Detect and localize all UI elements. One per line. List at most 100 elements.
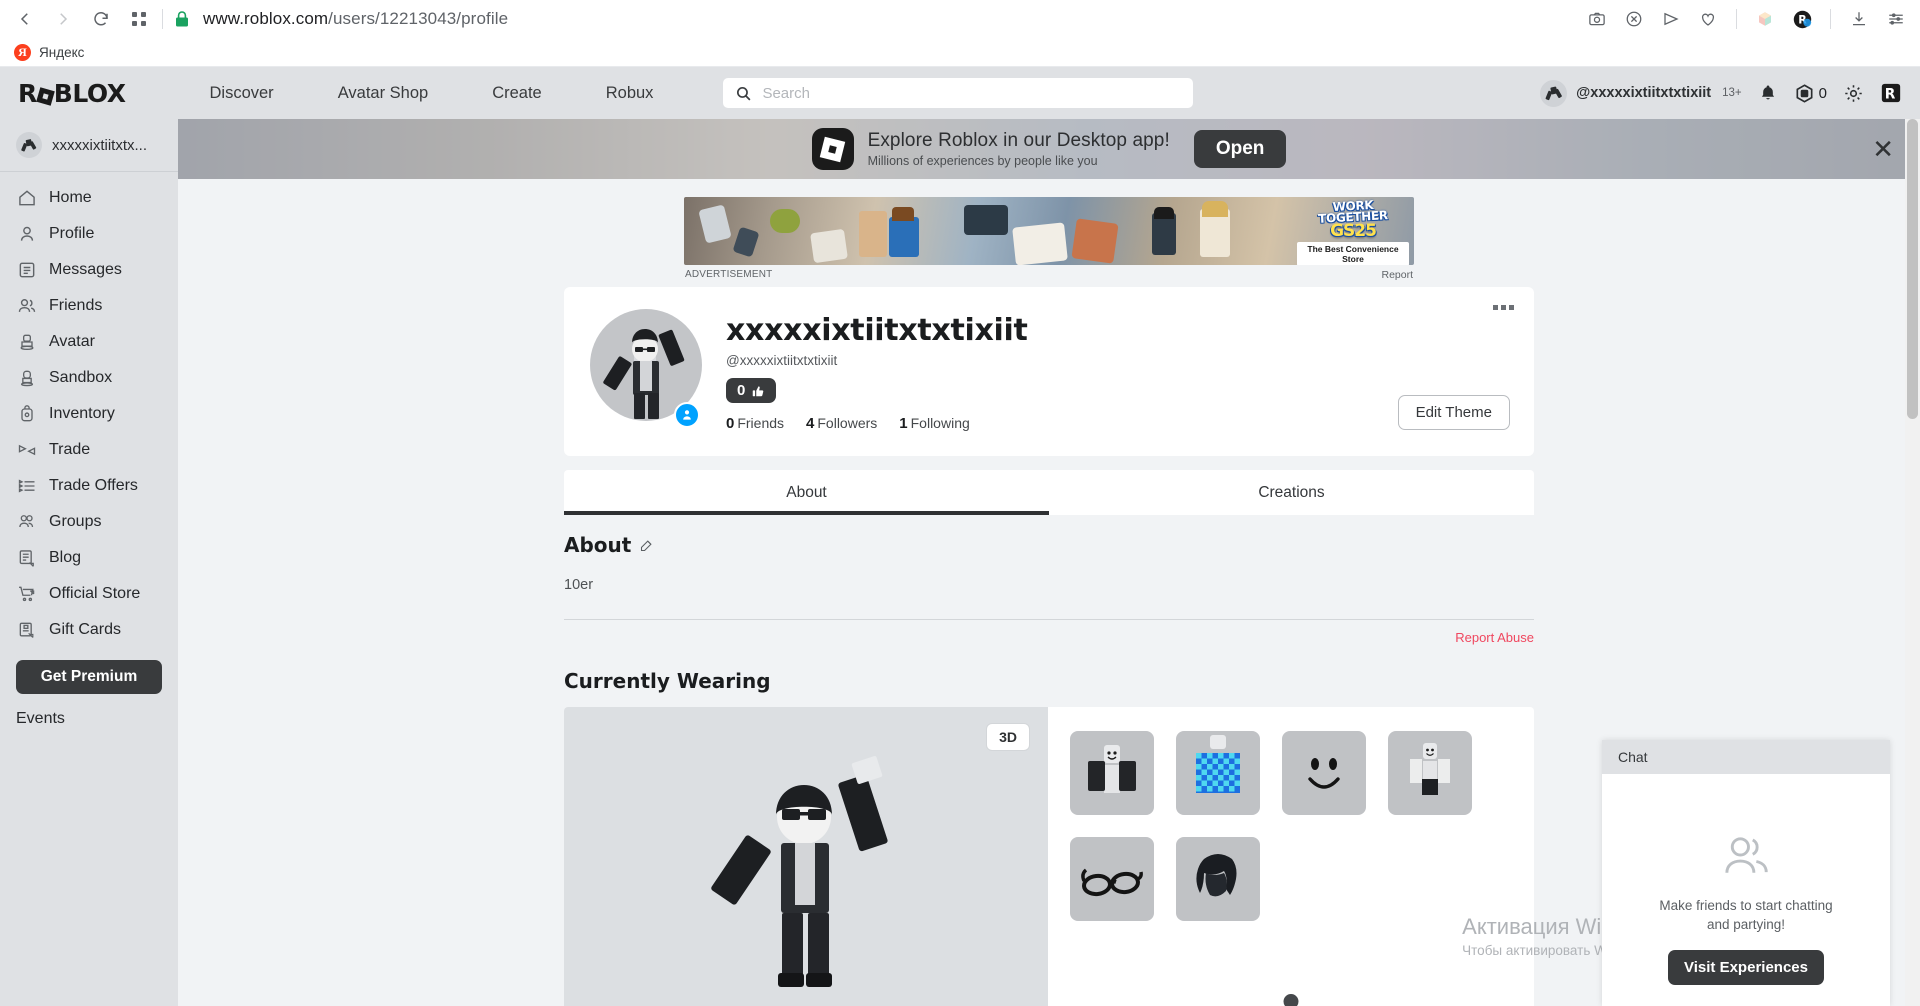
sidebar-item-official-store[interactable]: Official Store <box>0 576 178 612</box>
open-app-button[interactable]: Open <box>1193 130 1287 168</box>
main-content: Explore Roblox in our Desktop app! Milli… <box>178 119 1920 1006</box>
likes-badge[interactable]: 0 <box>726 378 777 403</box>
main-nav: Discover Avatar Shop Create Robux <box>178 84 686 103</box>
sidebar-item-inventory[interactable]: Inventory <box>0 396 178 432</box>
sidebar-item-profile[interactable]: Profile <box>0 216 178 252</box>
edit-pencil-icon[interactable] <box>639 538 654 553</box>
page-body: xxxxxixtiitxtx... Home Profile Messages … <box>0 119 1920 1006</box>
sidebar-item-label: Sandbox <box>49 369 113 386</box>
more-dots-icon[interactable] <box>1493 305 1514 310</box>
wearing-item[interactable] <box>1070 731 1154 815</box>
trade-icon <box>16 439 38 461</box>
stat-following[interactable]: 1 Following <box>899 415 969 432</box>
camera-icon[interactable] <box>1587 9 1607 29</box>
nav-item-avatar-shop[interactable]: Avatar Shop <box>306 84 461 103</box>
reload-icon[interactable] <box>90 8 112 30</box>
about-section: About 10er Report Abuse <box>564 533 1534 645</box>
scrollbar-thumb[interactable] <box>1907 119 1918 419</box>
sidebar-item-home[interactable]: Home <box>0 180 178 216</box>
sidebar-item-avatar[interactable]: Avatar <box>0 324 178 360</box>
bell-icon[interactable] <box>1758 83 1778 103</box>
close-icon[interactable]: ✕ <box>1872 136 1894 162</box>
logo-square <box>35 86 55 106</box>
sidebar-item-gift-cards[interactable]: Gift Cards <box>0 612 178 648</box>
profile-handle: @xxxxxixtiitxtxtixiit <box>726 353 838 368</box>
visit-experiences-button[interactable]: Visit Experiences <box>1668 950 1824 985</box>
friends-count: 0 <box>726 415 735 432</box>
sidebar-item-label: Avatar <box>49 333 95 350</box>
nav-item-robux[interactable]: Robux <box>574 84 686 103</box>
sidebar-item-trade-offers[interactable]: Trade Offers <box>0 468 178 504</box>
stat-followers[interactable]: 4 Followers <box>806 415 877 432</box>
view-3d-button[interactable]: 3D <box>986 723 1030 751</box>
advertisement-banner[interactable]: WORK TOGETHER GS25 The Best Convenience … <box>684 197 1414 265</box>
cart-icon <box>16 583 38 605</box>
tab-about[interactable]: About <box>564 470 1049 515</box>
sidebar-item-groups[interactable]: Groups <box>0 504 178 540</box>
nav-item-discover[interactable]: Discover <box>178 84 306 103</box>
forward-arrow-icon[interactable] <box>52 8 74 30</box>
scroll-area: WORK TOGETHER GS25 The Best Convenience … <box>178 179 1920 1006</box>
cube-icon[interactable] <box>1755 9 1775 29</box>
header-user-menu[interactable]: @xxxxxixtiitxtxtixiit 13+ <box>1540 79 1742 107</box>
robux-balance[interactable]: 0 <box>1794 83 1827 104</box>
sidebar-item-blog[interactable]: Blog <box>0 540 178 576</box>
nav-item-create[interactable]: Create <box>460 84 574 103</box>
back-arrow-icon[interactable] <box>14 8 36 30</box>
following-count: 1 <box>899 415 908 432</box>
tab-creations[interactable]: Creations <box>1049 470 1534 515</box>
wearing-item[interactable] <box>1070 837 1154 921</box>
download-icon[interactable] <box>1849 9 1869 29</box>
edit-theme-button[interactable]: Edit Theme <box>1397 395 1510 430</box>
search-input[interactable] <box>762 84 1182 102</box>
sidebar-item-messages[interactable]: Messages <box>0 252 178 288</box>
followers-label: Followers <box>817 415 878 431</box>
heart-icon[interactable] <box>1698 9 1718 29</box>
page-indicator[interactable] <box>1283 994 1299 1006</box>
vertical-scrollbar[interactable] <box>1905 119 1920 1006</box>
wearing-item[interactable] <box>1388 731 1472 815</box>
roblox-app-icon[interactable]: R <box>1880 82 1902 104</box>
ad-badge-tagline: The Best Convenience Store <box>1297 242 1409 265</box>
search-box[interactable] <box>723 78 1194 108</box>
sidebar-item-trade[interactable]: Trade <box>0 432 178 468</box>
chat-empty-state: Make friends to start chatting and party… <box>1602 774 1890 1006</box>
sidebar-item-label: Groups <box>49 513 102 530</box>
bookmark-item-yandex[interactable]: Яндекс <box>39 45 84 60</box>
about-heading: About <box>564 533 632 557</box>
sidebar-item-label: Trade <box>49 441 91 458</box>
address-bar[interactable]: www.roblox.com/users/12213043/profile <box>203 9 508 29</box>
shield-x-icon[interactable] <box>1624 9 1644 29</box>
roblox-logo[interactable]: R BLOX <box>18 79 126 108</box>
sidebar-item-label: Official Store <box>49 585 141 602</box>
inventory-icon <box>16 403 38 425</box>
divider <box>564 619 1534 620</box>
message-icon <box>16 259 38 281</box>
report-abuse-link[interactable]: Report Abuse <box>564 630 1534 645</box>
roblox-extension-icon[interactable]: R <box>1792 9 1812 29</box>
advertisement-report-link[interactable]: Report <box>1381 269 1413 281</box>
friends-icon <box>16 295 38 317</box>
sidebar-item-friends[interactable]: Friends <box>0 288 178 324</box>
user-badge-icon <box>674 402 700 428</box>
apps-grid-icon[interactable] <box>128 8 150 30</box>
wearing-item[interactable] <box>1176 731 1260 815</box>
stat-friends[interactable]: 0 Friends <box>726 415 784 432</box>
chat-header[interactable]: Chat <box>1602 740 1890 774</box>
lock-icon[interactable] <box>175 11 189 27</box>
gear-icon[interactable] <box>1843 83 1864 104</box>
sidebar-item-events[interactable]: Events <box>0 694 178 728</box>
chat-empty-line1: Make friends to start chatting <box>1659 898 1833 913</box>
friends-icon <box>1626 830 1866 884</box>
sidebar-item-sandbox[interactable]: Sandbox <box>0 360 178 396</box>
avatar-3d-viewer[interactable]: 3D <box>564 707 1048 1006</box>
wearing-item[interactable] <box>1282 731 1366 815</box>
sidebar-item-label: Friends <box>49 297 103 314</box>
send-icon[interactable] <box>1661 9 1681 29</box>
header-username: @xxxxxixtiitxtxtixiit <box>1576 85 1712 101</box>
page-title: xxxxxixtiitxtxtixiit <box>726 313 1028 348</box>
sidebar-user[interactable]: xxxxxixtiitxtx... <box>0 119 178 172</box>
wearing-item[interactable] <box>1176 837 1260 921</box>
get-premium-button[interactable]: Get Premium <box>16 660 162 694</box>
settings-sliders-icon[interactable] <box>1886 9 1906 29</box>
